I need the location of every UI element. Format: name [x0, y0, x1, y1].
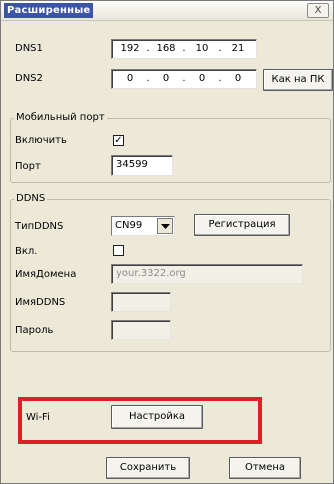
- dns1-label: DNS1: [15, 43, 43, 54]
- port-label: Порт: [15, 161, 41, 172]
- advanced-settings-dialog: Расширенные X DNS1 192. 168. 10. 21 DNS2 0.…: [0, 0, 334, 484]
- chevron-down-icon[interactable]: [157, 218, 173, 234]
- ddns-type-label: ТипDDNS: [15, 221, 64, 232]
- dns1-octet-3[interactable]: 10: [188, 40, 216, 57]
- dns2-octet-4[interactable]: 0: [224, 70, 252, 87]
- password-label: Пароль: [15, 325, 54, 336]
- cancel-button[interactable]: Отмена: [229, 457, 301, 479]
- port-input[interactable]: 34599: [111, 155, 173, 176]
- dns2-octet-1[interactable]: 0: [116, 70, 144, 87]
- checkmark-icon: ✓: [114, 135, 123, 146]
- close-button[interactable]: X: [307, 3, 329, 18]
- ddns-name-label: ИмяDDNS: [15, 297, 66, 308]
- ddns-enabled-label: Вкл.: [15, 246, 38, 257]
- close-icon: X: [314, 5, 322, 16]
- ddns-type-select[interactable]: CN99: [111, 216, 175, 236]
- dns2-label: DNS2: [15, 73, 43, 84]
- wifi-highlight-box: [18, 397, 262, 444]
- as-pc-button[interactable]: Как на ПК: [263, 69, 333, 91]
- mobile-port-group-title: Мобильный порт: [14, 112, 107, 124]
- ddns-group-title: DDNS: [14, 193, 48, 205]
- mobile-enable-label: Включить: [15, 135, 67, 146]
- dns1-octet-1[interactable]: 192: [116, 40, 144, 57]
- dns1-ip-field[interactable]: 192. 168. 10. 21: [111, 39, 257, 59]
- dns2-octet-3[interactable]: 0: [188, 70, 216, 87]
- mobile-enable-checkbox[interactable]: ✓: [113, 135, 124, 146]
- ddns-type-value: CN99: [115, 220, 143, 231]
- register-button[interactable]: Регистрация: [194, 214, 290, 236]
- dialog-title: Расширенные: [4, 3, 94, 18]
- save-button[interactable]: Сохранить: [106, 457, 190, 479]
- ddns-name-input[interactable]: [111, 292, 171, 312]
- dns1-octet-2[interactable]: 168: [152, 40, 180, 57]
- title-bar[interactable]: Расширенные X: [1, 1, 333, 21]
- ddns-enabled-checkbox[interactable]: [113, 245, 124, 256]
- dns2-ip-field[interactable]: 0.0.0.0: [111, 69, 257, 89]
- domain-name-label: ИмяДомена: [15, 269, 77, 280]
- dns1-octet-4[interactable]: 21: [224, 40, 252, 57]
- dns2-octet-2[interactable]: 0: [152, 70, 180, 87]
- password-input[interactable]: [111, 320, 171, 340]
- domain-name-input[interactable]: your.3322.org: [111, 264, 303, 284]
